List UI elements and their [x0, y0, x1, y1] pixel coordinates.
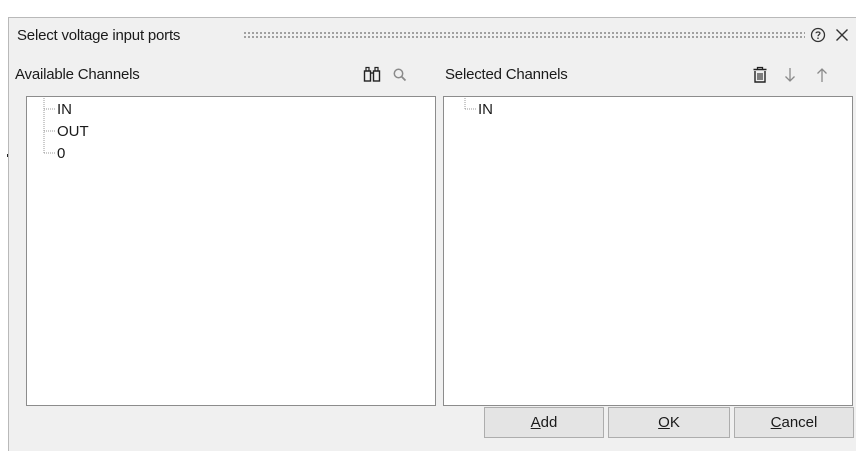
- tree-item-out[interactable]: OUT: [31, 120, 231, 142]
- arrow-up-icon[interactable]: [812, 65, 832, 85]
- arrow-down-icon[interactable]: [780, 65, 800, 85]
- tree-item-label: IN: [478, 101, 493, 118]
- add-accel: A: [530, 414, 541, 431]
- ok-rest: K: [669, 414, 680, 431]
- ok-button[interactable]: OK: [608, 407, 730, 438]
- drag-grip[interactable]: [243, 31, 805, 39]
- selected-tree: IN: [444, 97, 852, 405]
- cancel-rest: ancel: [781, 414, 818, 431]
- tree-item-label: IN: [57, 101, 72, 118]
- select-ports-dialog: Select voltage input ports Available Cha…: [8, 17, 856, 451]
- add-button[interactable]: Add: [484, 407, 604, 438]
- search-icon[interactable]: [390, 65, 410, 85]
- tree-connector: [464, 98, 477, 110]
- tree-connector: [43, 142, 56, 154]
- trash-icon[interactable]: [750, 65, 770, 85]
- dialog-title-bar[interactable]: Select voltage input ports: [9, 18, 856, 52]
- cancel-accel: C: [770, 414, 782, 431]
- available-channels-label: Available Channels: [15, 66, 140, 83]
- tree-item-in[interactable]: IN: [452, 98, 652, 120]
- tree-connector: [43, 120, 56, 142]
- available-tree: IN OUT 0: [27, 97, 435, 405]
- tree-item-in[interactable]: IN: [31, 98, 231, 120]
- tree-connector: [43, 98, 56, 120]
- help-circle-icon[interactable]: [808, 25, 828, 45]
- add-rest: dd: [540, 414, 558, 431]
- tree-item-0[interactable]: 0: [31, 142, 231, 164]
- ok-accel: O: [658, 414, 670, 431]
- tree-item-label: OUT: [57, 123, 89, 140]
- selected-channels-label: Selected Channels: [445, 66, 568, 83]
- tree-item-label: 0: [57, 145, 66, 162]
- available-channels-list[interactable]: IN OUT 0: [26, 96, 436, 406]
- selected-channels-list[interactable]: IN: [443, 96, 853, 406]
- cancel-button[interactable]: Cancel: [734, 407, 854, 438]
- dialog-title: Select voltage input ports: [17, 27, 181, 44]
- close-icon[interactable]: [832, 25, 852, 45]
- binoculars-icon[interactable]: [362, 65, 382, 85]
